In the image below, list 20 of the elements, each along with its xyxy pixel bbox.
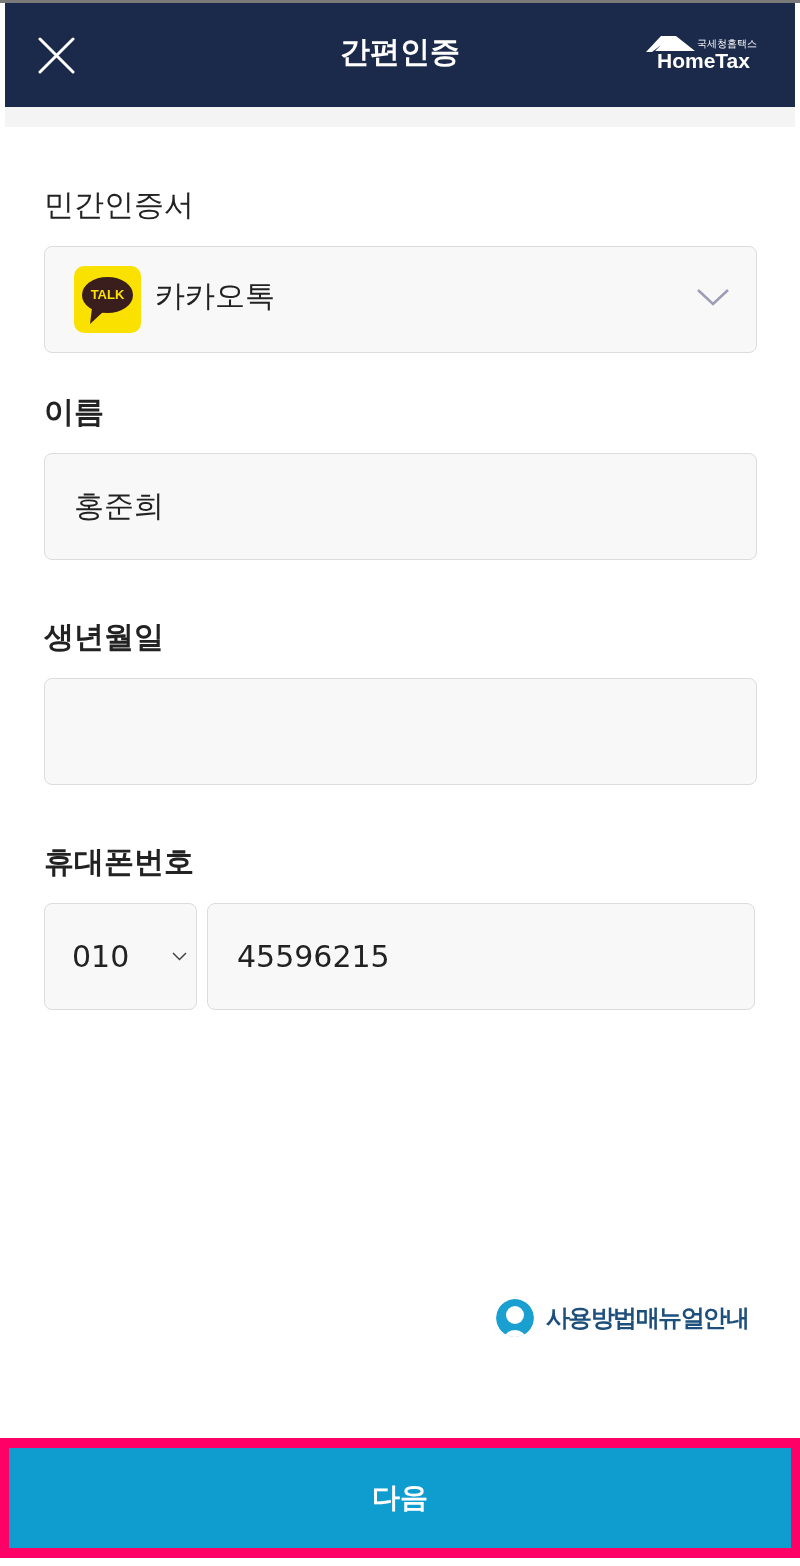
- field-label: 민간인증서: [44, 186, 195, 224]
- prefix-select[interactable]: 010: [44, 903, 197, 1010]
- field-label: 휴대폰번호: [44, 843, 195, 881]
- input-field[interactable]: 45596215: [207, 903, 755, 1010]
- icon-label: TALK: [89, 287, 126, 302]
- input-field[interactable]: 홍준희: [44, 453, 757, 560]
- house-roof-icon: [646, 35, 696, 53]
- chat-bubble-icon: [74, 266, 141, 333]
- certificate-select[interactable]: TALK 카카오톡: [44, 246, 757, 353]
- page-title: 간편인증: [340, 32, 460, 71]
- chevron-down-icon: [696, 287, 730, 306]
- field-label: 이름: [44, 393, 105, 431]
- logo-subtitle: 국세청홈택스: [697, 38, 757, 50]
- manual-link[interactable]: 사용방법매뉴얼안내: [493, 1299, 748, 1337]
- close-button[interactable]: [38, 36, 75, 74]
- field-label: 생년월일: [44, 618, 165, 656]
- chevron-down-icon: [172, 952, 187, 961]
- input-field[interactable]: [44, 678, 757, 785]
- close-icon: [38, 36, 75, 74]
- logo-wordmark: HomeTax: [657, 51, 751, 71]
